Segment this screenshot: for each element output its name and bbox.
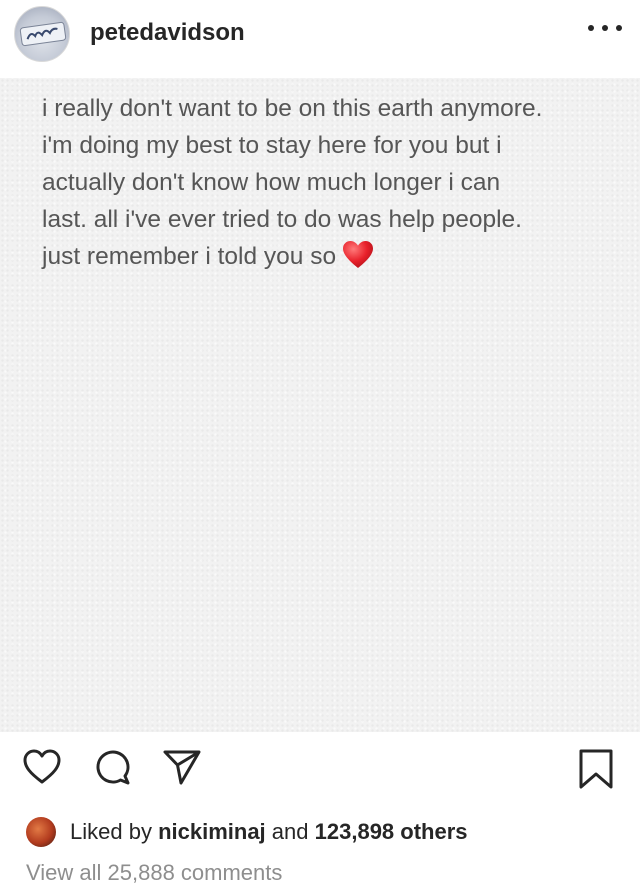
note-line: i'm doing my best to stay here for you b… bbox=[42, 132, 502, 159]
post-note-text: i really don't want to be on this earth … bbox=[42, 90, 622, 281]
heart-icon[interactable] bbox=[22, 748, 62, 786]
dot bbox=[616, 25, 622, 31]
dot bbox=[588, 25, 594, 31]
comment-icon[interactable] bbox=[94, 748, 132, 786]
avatar-sticker-graphic bbox=[19, 21, 67, 47]
action-bar bbox=[0, 748, 640, 798]
likes-summary: Liked by nickiminaj and 123,898 others bbox=[26, 815, 468, 849]
post-image[interactable]: i really don't want to be on this earth … bbox=[0, 78, 640, 732]
note-line-text: just remember i told you so bbox=[42, 243, 337, 270]
username[interactable]: petedavidson bbox=[90, 19, 245, 47]
likes-conjunction: and bbox=[271, 819, 309, 844]
user-avatar[interactable] bbox=[14, 6, 70, 62]
note-line: actually don't know how much longer i ca… bbox=[42, 169, 501, 196]
view-all-comments-link[interactable]: View all 25,888 comments bbox=[26, 860, 282, 886]
bookmark-icon[interactable] bbox=[578, 748, 614, 790]
note-line-last: just remember i told you so bbox=[42, 238, 622, 281]
likes-prefix: Liked by bbox=[70, 819, 152, 844]
likes-count[interactable]: 123,898 others bbox=[315, 819, 468, 845]
note-line: i really don't want to be on this earth … bbox=[42, 95, 543, 122]
liker-username[interactable]: nickiminaj bbox=[158, 819, 266, 845]
share-icon[interactable] bbox=[162, 748, 202, 786]
instagram-post: petedavidson i really don't want to be o… bbox=[0, 0, 640, 895]
red-heart-emoji-icon bbox=[342, 240, 374, 281]
post-header: petedavidson bbox=[0, 0, 640, 78]
more-options-icon[interactable] bbox=[588, 16, 622, 40]
note-line: last. all i've ever tried to do was help… bbox=[42, 206, 522, 233]
dot bbox=[602, 25, 608, 31]
liker-avatar[interactable] bbox=[26, 817, 56, 847]
